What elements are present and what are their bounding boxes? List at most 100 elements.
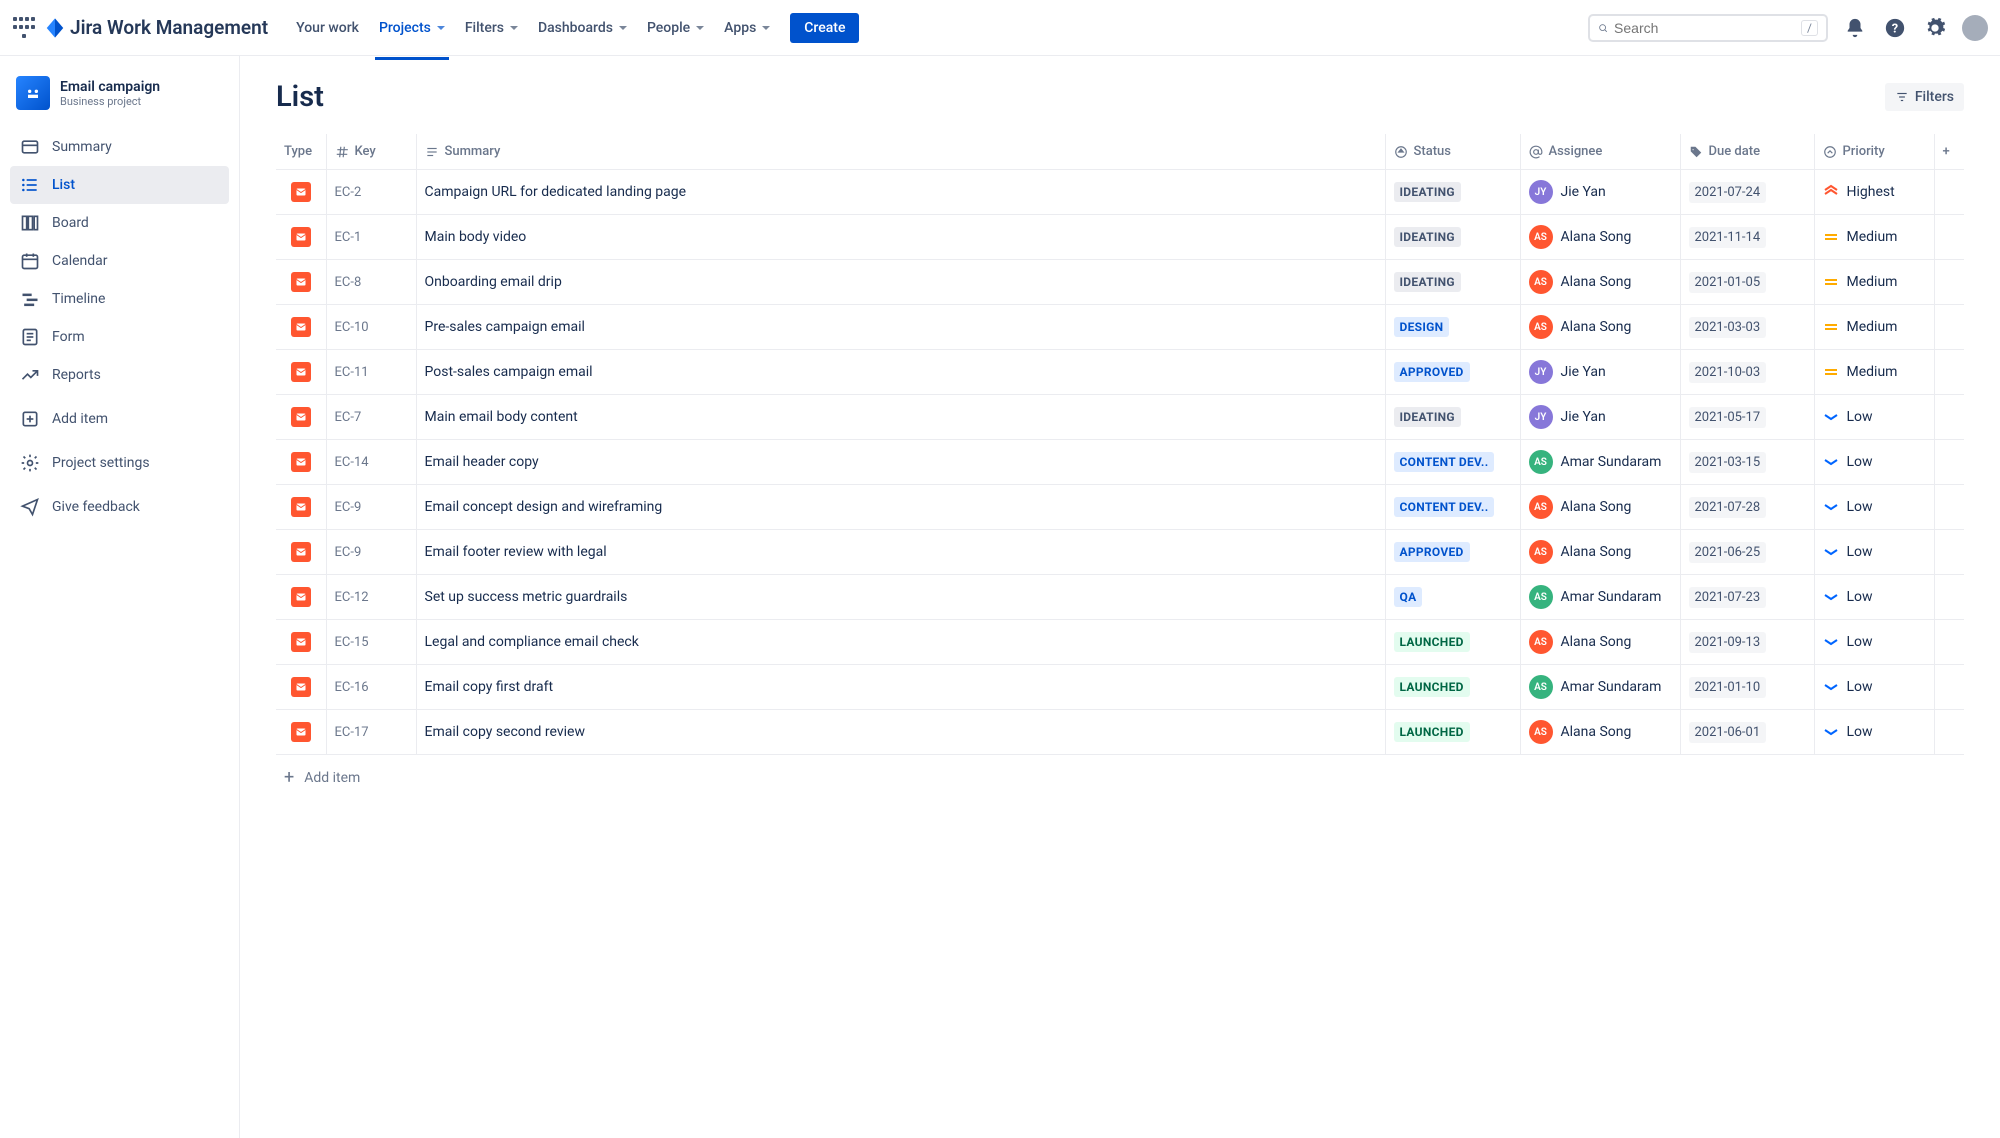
- table-row[interactable]: EC-17Email copy second reviewLAUNCHEDASA…: [276, 710, 1964, 755]
- col-header-key[interactable]: Key: [326, 134, 416, 170]
- status-badge[interactable]: DESIGN: [1394, 317, 1450, 337]
- priority-cell[interactable]: Medium: [1823, 274, 1926, 290]
- search-input[interactable]: [1614, 20, 1795, 36]
- assignee-cell[interactable]: JYJie Yan: [1529, 180, 1672, 204]
- status-badge[interactable]: QA: [1394, 587, 1423, 607]
- add-item-button[interactable]: + Add item: [276, 755, 1964, 800]
- priority-cell[interactable]: Highest: [1823, 184, 1926, 200]
- nav-item-projects[interactable]: Projects: [371, 14, 453, 42]
- table-row[interactable]: EC-9Email footer review with legalAPPROV…: [276, 530, 1964, 575]
- issue-summary[interactable]: Set up success metric guardrails: [416, 575, 1385, 620]
- issue-summary[interactable]: Email concept design and wireframing: [416, 485, 1385, 530]
- priority-cell[interactable]: Low: [1823, 589, 1926, 605]
- assignee-cell[interactable]: JYJie Yan: [1529, 405, 1672, 429]
- issue-summary[interactable]: Email header copy: [416, 440, 1385, 485]
- table-row[interactable]: EC-10Pre-sales campaign emailDESIGNASAla…: [276, 305, 1964, 350]
- create-button[interactable]: Create: [790, 13, 859, 43]
- sidebar-item-list[interactable]: List: [10, 166, 229, 204]
- table-row[interactable]: EC-15Legal and compliance email checkLAU…: [276, 620, 1964, 665]
- assignee-cell[interactable]: ASAlana Song: [1529, 225, 1672, 249]
- help-icon[interactable]: ?: [1882, 15, 1908, 41]
- sidebar-item-add-item[interactable]: Add item: [10, 400, 229, 438]
- priority-cell[interactable]: Low: [1823, 634, 1926, 650]
- issue-summary[interactable]: Main body video: [416, 215, 1385, 260]
- issue-summary[interactable]: Post-sales campaign email: [416, 350, 1385, 395]
- assignee-cell[interactable]: ASAlana Song: [1529, 270, 1672, 294]
- due-date[interactable]: 2021-07-24: [1689, 182, 1767, 203]
- due-date[interactable]: 2021-10-03: [1689, 362, 1767, 383]
- priority-cell[interactable]: Low: [1823, 724, 1926, 740]
- col-header-summary[interactable]: Summary: [416, 134, 1385, 170]
- issue-summary[interactable]: Onboarding email drip: [416, 260, 1385, 305]
- col-header-status[interactable]: Status: [1385, 134, 1520, 170]
- due-date[interactable]: 2021-06-01: [1689, 722, 1767, 743]
- status-badge[interactable]: IDEATING: [1394, 182, 1461, 202]
- profile-avatar[interactable]: [1962, 15, 1988, 41]
- priority-cell[interactable]: Low: [1823, 454, 1926, 470]
- due-date[interactable]: 2021-03-03: [1689, 317, 1767, 338]
- table-row[interactable]: EC-1Main body videoIDEATINGASAlana Song2…: [276, 215, 1964, 260]
- issue-summary[interactable]: Campaign URL for dedicated landing page: [416, 170, 1385, 215]
- project-header[interactable]: Email campaign Business project: [10, 76, 229, 128]
- status-badge[interactable]: IDEATING: [1394, 272, 1461, 292]
- assignee-cell[interactable]: ASAlana Song: [1529, 540, 1672, 564]
- assignee-cell[interactable]: ASAlana Song: [1529, 315, 1672, 339]
- assignee-cell[interactable]: ASAmar Sundaram: [1529, 585, 1672, 609]
- issue-summary[interactable]: Email copy second review: [416, 710, 1385, 755]
- status-badge[interactable]: CONTENT DEV..: [1394, 452, 1495, 472]
- assignee-cell[interactable]: JYJie Yan: [1529, 360, 1672, 384]
- table-row[interactable]: EC-16Email copy first draftLAUNCHEDASAma…: [276, 665, 1964, 710]
- issue-summary[interactable]: Legal and compliance email check: [416, 620, 1385, 665]
- due-date[interactable]: 2021-09-13: [1689, 632, 1767, 653]
- search-box[interactable]: /: [1588, 14, 1828, 42]
- col-header-due[interactable]: Due date: [1680, 134, 1814, 170]
- sidebar-item-reports[interactable]: Reports: [10, 356, 229, 394]
- status-badge[interactable]: LAUNCHED: [1394, 677, 1470, 697]
- nav-item-filters[interactable]: Filters: [457, 14, 526, 42]
- priority-cell[interactable]: Medium: [1823, 364, 1926, 380]
- due-date[interactable]: 2021-07-28: [1689, 497, 1767, 518]
- logo[interactable]: Jira Work Management: [44, 16, 268, 39]
- priority-cell[interactable]: Low: [1823, 499, 1926, 515]
- nav-item-your-work[interactable]: Your work: [288, 14, 367, 42]
- status-badge[interactable]: IDEATING: [1394, 407, 1461, 427]
- col-header-priority[interactable]: Priority: [1814, 134, 1934, 170]
- settings-icon[interactable]: [1922, 15, 1948, 41]
- status-badge[interactable]: LAUNCHED: [1394, 722, 1470, 742]
- priority-cell[interactable]: Medium: [1823, 319, 1926, 335]
- priority-cell[interactable]: Low: [1823, 679, 1926, 695]
- due-date[interactable]: 2021-03-15: [1689, 452, 1767, 473]
- issue-summary[interactable]: Email copy first draft: [416, 665, 1385, 710]
- sidebar-item-calendar[interactable]: Calendar: [10, 242, 229, 280]
- sidebar-item-summary[interactable]: Summary: [10, 128, 229, 166]
- app-switcher-icon[interactable]: [12, 16, 36, 40]
- table-row[interactable]: EC-14Email header copyCONTENT DEV..ASAma…: [276, 440, 1964, 485]
- filters-button[interactable]: Filters: [1885, 83, 1964, 111]
- col-header-type[interactable]: Type: [276, 134, 326, 170]
- sidebar-item-board[interactable]: Board: [10, 204, 229, 242]
- assignee-cell[interactable]: ASAmar Sundaram: [1529, 450, 1672, 474]
- table-row[interactable]: EC-7Main email body contentIDEATINGJYJie…: [276, 395, 1964, 440]
- assignee-cell[interactable]: ASAlana Song: [1529, 630, 1672, 654]
- sidebar-item-form[interactable]: Form: [10, 318, 229, 356]
- assignee-cell[interactable]: ASAlana Song: [1529, 720, 1672, 744]
- due-date[interactable]: 2021-05-17: [1689, 407, 1767, 428]
- due-date[interactable]: 2021-07-23: [1689, 587, 1767, 608]
- assignee-cell[interactable]: ASAlana Song: [1529, 495, 1672, 519]
- due-date[interactable]: 2021-11-14: [1689, 227, 1767, 248]
- table-row[interactable]: EC-12Set up success metric guardrailsQAA…: [276, 575, 1964, 620]
- priority-cell[interactable]: Low: [1823, 409, 1926, 425]
- sidebar-item-timeline[interactable]: Timeline: [10, 280, 229, 318]
- table-row[interactable]: EC-8Onboarding email dripIDEATINGASAlana…: [276, 260, 1964, 305]
- status-badge[interactable]: APPROVED: [1394, 542, 1470, 562]
- due-date[interactable]: 2021-01-10: [1689, 677, 1767, 698]
- priority-cell[interactable]: Low: [1823, 544, 1926, 560]
- issue-summary[interactable]: Main email body content: [416, 395, 1385, 440]
- due-date[interactable]: 2021-06-25: [1689, 542, 1767, 563]
- issue-summary[interactable]: Pre-sales campaign email: [416, 305, 1385, 350]
- table-row[interactable]: EC-2Campaign URL for dedicated landing p…: [276, 170, 1964, 215]
- assignee-cell[interactable]: ASAmar Sundaram: [1529, 675, 1672, 699]
- table-row[interactable]: EC-11Post-sales campaign emailAPPROVEDJY…: [276, 350, 1964, 395]
- status-badge[interactable]: APPROVED: [1394, 362, 1470, 382]
- nav-item-people[interactable]: People: [639, 14, 712, 42]
